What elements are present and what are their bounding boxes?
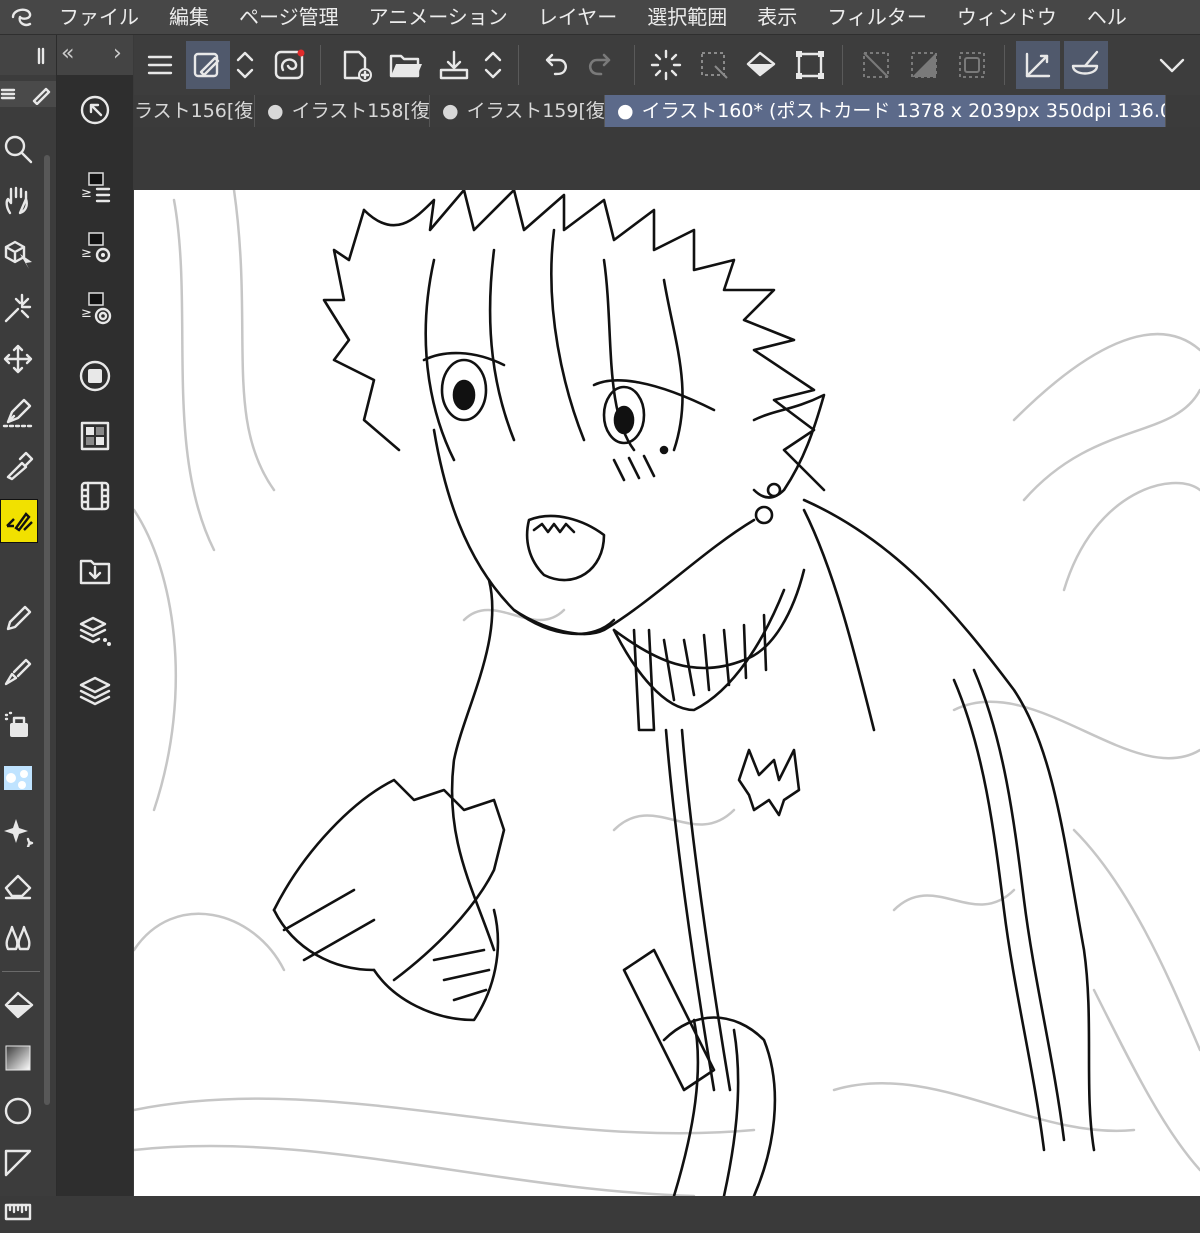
menu-selection[interactable]: 選択範囲 bbox=[632, 0, 742, 34]
fill-selection-icon[interactable] bbox=[740, 41, 784, 89]
stabilizer-icon[interactable] bbox=[268, 41, 312, 89]
tool-divider bbox=[2, 971, 40, 972]
toggle-arrows-icon[interactable] bbox=[230, 41, 260, 89]
move-icon[interactable] bbox=[0, 337, 36, 381]
menu-bar: ファイル 編集 ページ管理 アニメーション レイヤー 選択範囲 表示 フィルター… bbox=[0, 0, 1200, 35]
color-set-icon[interactable] bbox=[71, 412, 119, 460]
tab-label: イラスト158[復 bbox=[291, 100, 430, 122]
sketch-artwork bbox=[134, 190, 1200, 1196]
tab-label: ラスト156[復 bbox=[134, 100, 254, 122]
ellipse-icon[interactable] bbox=[0, 1089, 36, 1133]
object-select-icon[interactable] bbox=[0, 232, 36, 276]
canvas-area[interactable] bbox=[134, 127, 1200, 1196]
auto-select-wand-icon[interactable] bbox=[0, 285, 36, 329]
command-toolbar bbox=[134, 35, 1200, 95]
hand-icon[interactable] bbox=[0, 179, 36, 223]
undo-icon[interactable] bbox=[532, 41, 576, 89]
menu-file[interactable]: ファイル bbox=[44, 0, 154, 34]
svg-text:≥: ≥ bbox=[81, 246, 92, 261]
menu-edit[interactable]: 編集 bbox=[154, 0, 224, 34]
expand-button[interactable]: › bbox=[113, 41, 122, 66]
chevron-down-icon[interactable] bbox=[1150, 41, 1194, 89]
eyedropper-icon[interactable] bbox=[0, 443, 36, 487]
menu-view[interactable]: 表示 bbox=[742, 0, 812, 34]
menu-window[interactable]: ウィンドウ bbox=[942, 0, 1072, 34]
reference-layer-icon[interactable] bbox=[1064, 41, 1108, 89]
layer-property-icon[interactable]: ≥ bbox=[71, 165, 119, 213]
collapse-button[interactable]: « bbox=[61, 41, 74, 66]
tab-bullet: ● bbox=[442, 100, 459, 122]
select-all-icon[interactable] bbox=[950, 41, 994, 89]
text-lettering-icon[interactable] bbox=[0, 499, 38, 543]
tab-illust-158[interactable]: ● イラスト158[復 bbox=[255, 95, 430, 127]
pen-small-icon[interactable] bbox=[30, 83, 52, 105]
pen-nib-icon[interactable] bbox=[0, 390, 36, 434]
transform-icon[interactable] bbox=[788, 41, 832, 89]
save-options-arrows-icon[interactable] bbox=[478, 41, 508, 89]
toolbar-separator bbox=[842, 45, 843, 85]
export-icon[interactable] bbox=[71, 547, 119, 595]
selection-dotted-icon[interactable] bbox=[692, 41, 736, 89]
sub-tool-settings-icon[interactable]: ≥ bbox=[71, 225, 119, 273]
sub-tool-detail-icon[interactable]: ≥ bbox=[71, 285, 119, 333]
polygon-icon[interactable] bbox=[0, 1141, 36, 1185]
toolbar-separator bbox=[1004, 45, 1005, 85]
palette-header bbox=[0, 35, 56, 75]
tab-label: イラスト160* (ポストカード 1378 x 2039px 350dpi 13… bbox=[641, 100, 1166, 122]
save-download-icon[interactable] bbox=[432, 41, 476, 89]
grip-icon[interactable] bbox=[36, 47, 50, 65]
tool-header-row bbox=[0, 81, 56, 107]
command-bar-column: « › ≥ ≥ ≥ bbox=[57, 35, 133, 1196]
menu-layer[interactable]: レイヤー bbox=[523, 0, 632, 34]
loading-spinner-icon[interactable] bbox=[644, 41, 688, 89]
animation-timeline-icon[interactable] bbox=[71, 472, 119, 520]
menu-icon[interactable] bbox=[0, 85, 18, 103]
snap-ruler-icon[interactable] bbox=[1016, 41, 1060, 89]
tab-illust-159[interactable]: ● イラスト159[復 bbox=[430, 95, 605, 127]
toolbar-separator bbox=[634, 45, 635, 85]
airbrush-icon[interactable] bbox=[0, 703, 36, 747]
menu-help[interactable]: ヘル bbox=[1072, 0, 1142, 34]
fill-bucket-icon[interactable] bbox=[0, 983, 36, 1027]
toolbar-separator bbox=[518, 45, 519, 85]
column-header: « › bbox=[57, 35, 133, 75]
tool-palette bbox=[0, 35, 57, 1221]
tool-scrollbar[interactable] bbox=[44, 155, 50, 1105]
decoration-icon[interactable] bbox=[0, 756, 36, 800]
clip-studio-logo-icon[interactable] bbox=[0, 0, 44, 34]
deselect-icon[interactable] bbox=[854, 41, 898, 89]
toolbar-separator bbox=[320, 45, 321, 85]
svg-text:≥: ≥ bbox=[81, 186, 92, 201]
redo-icon[interactable] bbox=[580, 41, 624, 89]
brush-icon[interactable] bbox=[0, 650, 36, 694]
invert-selection-icon[interactable] bbox=[902, 41, 946, 89]
svg-text:≥: ≥ bbox=[81, 306, 92, 321]
eraser-icon[interactable] bbox=[0, 862, 36, 906]
tab-bullet: ● bbox=[617, 100, 634, 122]
new-file-icon[interactable] bbox=[334, 41, 378, 89]
zoom-icon[interactable] bbox=[0, 127, 36, 171]
hamburger-menu-icon[interactable] bbox=[138, 41, 182, 89]
tab-illust-160-active[interactable]: ● イラスト160* (ポストカード 1378 x 2039px 350dpi 1… bbox=[605, 95, 1166, 127]
document-tab-bar: ラスト156[復 ● イラスト158[復 ● イラスト159[復 ● イラスト160*… bbox=[134, 95, 1200, 127]
menu-filter[interactable]: フィルター bbox=[812, 0, 942, 34]
open-folder-icon[interactable] bbox=[384, 41, 428, 89]
material-icon[interactable] bbox=[71, 608, 119, 656]
menu-animation[interactable]: アニメーション bbox=[354, 0, 523, 34]
tab-label: イラスト159[復 bbox=[466, 100, 605, 122]
gradient-icon[interactable] bbox=[0, 1036, 36, 1080]
pen-pressure-icon[interactable] bbox=[186, 41, 230, 89]
tab-bullet: ● bbox=[267, 100, 284, 122]
navigator-icon[interactable] bbox=[71, 86, 119, 134]
menu-page-management[interactable]: ページ管理 bbox=[224, 0, 354, 34]
canvas-page[interactable] bbox=[134, 190, 1200, 1196]
tab-illust-156[interactable]: ラスト156[復 bbox=[134, 95, 255, 127]
blend-icon[interactable] bbox=[0, 915, 36, 959]
layer-stack-icon[interactable] bbox=[71, 667, 119, 715]
color-circle-icon[interactable] bbox=[71, 352, 119, 400]
sparkle-icon[interactable] bbox=[0, 809, 36, 853]
pencil-icon[interactable] bbox=[0, 597, 36, 641]
